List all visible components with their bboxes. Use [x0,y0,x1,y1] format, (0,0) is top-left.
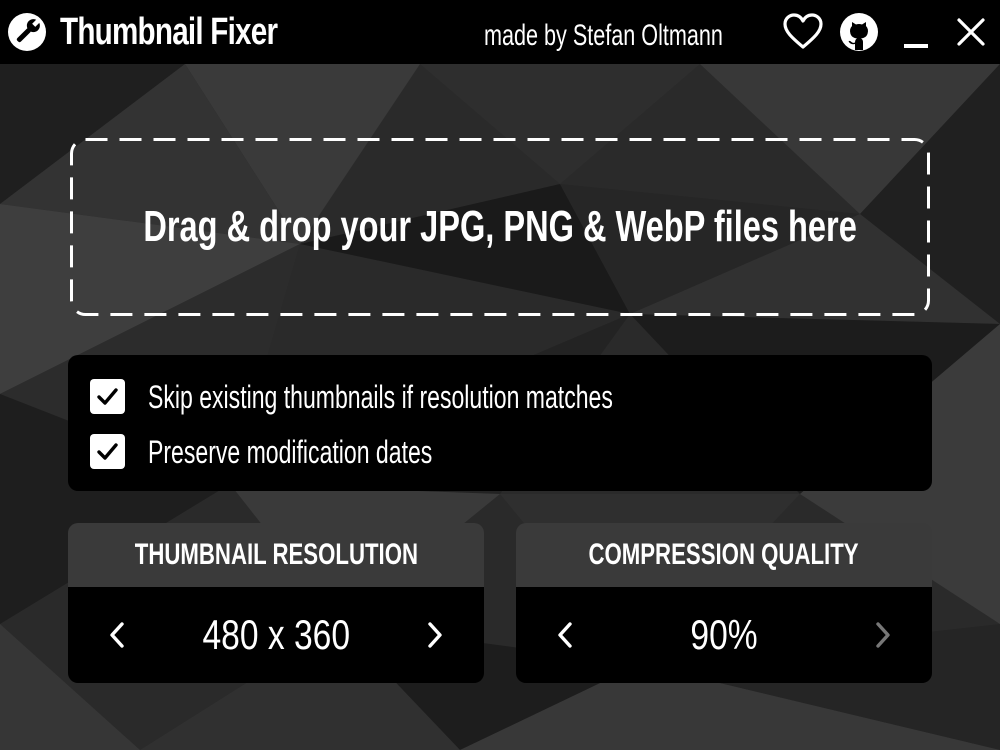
preserve-dates-label: Preserve modification dates [148,434,433,470]
minimize-icon[interactable] [896,12,936,52]
author-credit: made by Stefan Oltmann [484,19,723,52]
compression-quality-panel: COMPRESSION QUALITY 90% [516,523,932,683]
thumbnail-resolution-title: THUMBNAIL RESOLUTION [134,538,418,571]
drop-zone[interactable]: Drag & drop your JPG, PNG & WebP files h… [70,138,930,316]
thumbnail-resolution-panel: THUMBNAIL RESOLUTION 480 x 360 [68,523,484,683]
checkmark-icon [97,388,118,405]
compression-quality-value: 90% [690,611,758,658]
options-panel: Skip existing thumbnails if resolution m… [68,355,932,491]
close-icon[interactable] [951,12,991,52]
github-icon[interactable] [839,12,879,52]
app-window: Thumbnail Fixer made by Stefan Oltmann D… [0,0,1000,750]
checkmark-icon [97,443,118,460]
resolution-increase-chevron-right-icon[interactable] [419,620,449,650]
compression-quality-title: COMPRESSION QUALITY [588,538,860,571]
preserve-dates-checkbox[interactable] [90,434,125,469]
quality-increase-chevron-right-icon[interactable] [867,620,897,650]
title-bar: Thumbnail Fixer made by Stefan Oltmann [0,0,1000,64]
skip-existing-label: Skip existing thumbnails if resolution m… [148,379,613,415]
thumbnail-resolution-value: 480 x 360 [202,611,350,658]
app-title: Thumbnail Fixer [60,11,278,53]
skip-existing-checkbox[interactable] [90,379,125,414]
heart-icon[interactable] [783,12,823,52]
resolution-decrease-chevron-left-icon[interactable] [103,620,133,650]
drop-zone-label: Drag & drop your JPG, PNG & WebP files h… [143,202,857,251]
wrench-icon [6,11,48,53]
quality-decrease-chevron-left-icon[interactable] [551,620,581,650]
